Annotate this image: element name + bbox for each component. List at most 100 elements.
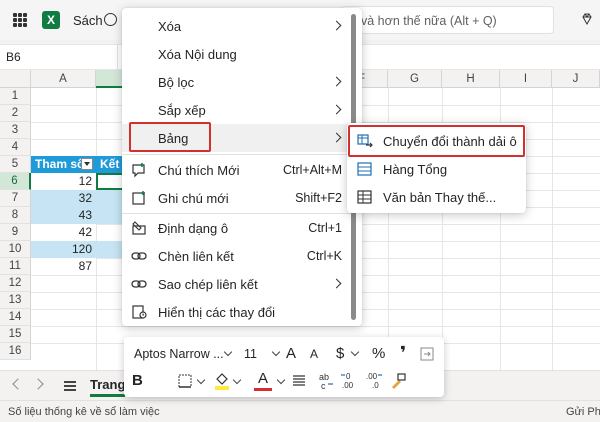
- total-row-icon: [357, 162, 372, 176]
- next-sheet-icon[interactable]: [32, 378, 44, 390]
- submenu-item-label: Hàng Tổng: [383, 162, 448, 177]
- menu-item-sort[interactable]: Sắp xếp: [122, 96, 352, 124]
- svg-text:0: 0: [346, 372, 351, 381]
- row-header-3[interactable]: 3: [0, 122, 31, 139]
- wrap-text-icon[interactable]: abc: [318, 371, 336, 391]
- row-header-7[interactable]: 7: [0, 190, 31, 207]
- submenu-item-total-row[interactable]: Hàng Tổng: [347, 155, 526, 183]
- gridline: [552, 88, 553, 370]
- saved-status-icon[interactable]: [104, 13, 117, 26]
- row-header-14[interactable]: 14: [0, 309, 31, 326]
- decrease-decimal-icon[interactable]: .00.0: [364, 371, 384, 391]
- row-header-15[interactable]: 15: [0, 326, 31, 343]
- menu-item-copy-link[interactable]: Sao chép liên kết: [122, 270, 352, 298]
- menu-item-label: Định dạng ô: [158, 221, 229, 236]
- table-cell[interactable]: 32: [31, 190, 96, 207]
- premium-diamond-icon[interactable]: [581, 13, 593, 25]
- status-bar: Số liệu thống kê về sổ làm việc Gửi Ph: [0, 400, 600, 422]
- document-title[interactable]: Sách: [73, 13, 103, 28]
- link-icon: [131, 252, 147, 260]
- chevron-right-icon: [331, 132, 342, 143]
- increase-decimal-icon[interactable]: 0.00: [340, 371, 360, 391]
- menu-item-insert-link[interactable]: Chèn liên kết Ctrl+K: [122, 242, 352, 270]
- menu-item-label: Hiển thị các thay đổi: [158, 305, 276, 320]
- menu-item-clear-contents[interactable]: Xóa Nội dung: [122, 40, 352, 68]
- row-header-8[interactable]: 8: [0, 207, 31, 224]
- table-cell[interactable]: 120: [31, 241, 96, 258]
- format-painter-icon[interactable]: [390, 373, 406, 389]
- row-header-16[interactable]: 16: [0, 343, 31, 360]
- bold-button[interactable]: B: [132, 372, 143, 389]
- row-header-2[interactable]: 2: [0, 105, 31, 122]
- shrink-font-button[interactable]: A: [310, 347, 318, 361]
- comma-style-button[interactable]: ❜: [400, 343, 406, 364]
- menu-item-filter[interactable]: Bộ lọc: [122, 68, 352, 96]
- alt-text-icon: [357, 190, 372, 204]
- column-header-i[interactable]: I: [500, 70, 552, 88]
- workbook-statistics-link[interactable]: Số liệu thống kê về sổ làm việc: [8, 406, 160, 418]
- menu-item-new-comment[interactable]: Chú thích Mới Ctrl+Alt+M: [122, 156, 352, 184]
- table-cell[interactable]: 42: [31, 224, 96, 241]
- menu-item-label: Chèn liên kết: [158, 249, 234, 264]
- row-header-13[interactable]: 13: [0, 292, 31, 309]
- name-box[interactable]: B6: [0, 45, 118, 69]
- column-header-a[interactable]: A: [31, 70, 96, 88]
- table-cell[interactable]: 43: [31, 207, 96, 224]
- menu-item-label: Xóa Nội dung: [158, 47, 237, 62]
- chevron-down-icon: [232, 375, 242, 385]
- table-cell[interactable]: 12: [31, 173, 96, 190]
- column-header-g[interactable]: G: [388, 70, 442, 88]
- menu-shortcut: Ctrl+1: [308, 221, 342, 235]
- table-cell[interactable]: 87: [31, 258, 96, 275]
- grow-font-button[interactable]: A: [286, 345, 296, 362]
- select-all-corner[interactable]: [0, 70, 31, 88]
- row-header-6[interactable]: 6: [0, 173, 31, 190]
- menu-item-new-note[interactable]: Ghi chú mới Shift+F2: [122, 184, 352, 212]
- submenu-item-alt-text[interactable]: Văn bản Thay thế...: [347, 183, 526, 211]
- merge-cells-icon[interactable]: [420, 347, 434, 361]
- menu-item-label: Chú thích Mới: [158, 163, 240, 178]
- format-cells-icon: [132, 221, 146, 235]
- menu-shortcut: Shift+F2: [295, 191, 342, 205]
- menu-item-format-cells[interactable]: Định dạng ô Ctrl+1: [122, 214, 352, 242]
- row-header-5[interactable]: 5: [0, 156, 31, 173]
- fill-color-icon[interactable]: [214, 372, 230, 390]
- row-header-1[interactable]: 1: [0, 88, 31, 105]
- new-comment-icon: [132, 163, 145, 178]
- excel-logo-icon: X: [42, 11, 60, 29]
- font-color-button[interactable]: A: [258, 370, 268, 387]
- menu-item-show-changes[interactable]: Hiển thị các thay đổi: [122, 298, 352, 326]
- font-size-select[interactable]: 11: [240, 343, 284, 365]
- row-header-4[interactable]: 4: [0, 139, 31, 156]
- row-header-9[interactable]: 9: [0, 224, 31, 241]
- app-launcher-icon[interactable]: [13, 13, 27, 27]
- sheet-tab-active[interactable]: Trang: [90, 377, 126, 397]
- borders-icon[interactable]: [178, 374, 192, 388]
- filter-dropdown-icon[interactable]: [81, 158, 93, 170]
- font-size-value: 11: [244, 347, 257, 361]
- align-icon[interactable]: [292, 374, 306, 388]
- search-input[interactable]: và hơn thế nữa (Alt + Q): [340, 6, 554, 34]
- percent-style-button[interactable]: %: [372, 345, 385, 362]
- svg-text:.00: .00: [366, 372, 378, 381]
- menu-item-delete[interactable]: Xóa: [122, 12, 352, 40]
- row-header-10[interactable]: 10: [0, 241, 31, 258]
- currency-format-button[interactable]: $: [336, 345, 344, 362]
- font-name-select[interactable]: Aptos Narrow ...: [130, 343, 236, 365]
- table-header-cell[interactable]: Tham số: [31, 156, 96, 173]
- table-header-label: Kết q: [100, 157, 120, 171]
- highlight-box: [348, 125, 525, 157]
- column-header-h[interactable]: H: [442, 70, 500, 88]
- font-name-value: Aptos Narrow ...: [134, 347, 224, 361]
- column-header-j[interactable]: J: [552, 70, 600, 88]
- row-header-11[interactable]: 11: [0, 258, 31, 275]
- previous-sheet-icon[interactable]: [12, 378, 24, 390]
- chevron-down-icon: [271, 347, 281, 357]
- svg-text:.0: .0: [372, 381, 379, 390]
- feedback-link[interactable]: Gửi Ph: [566, 406, 600, 418]
- row-header-12[interactable]: 12: [0, 275, 31, 292]
- submenu-item-label: Văn bản Thay thế...: [383, 190, 497, 205]
- all-sheets-icon[interactable]: [64, 381, 76, 393]
- gridline: [96, 88, 97, 370]
- chevron-down-icon: [196, 375, 206, 385]
